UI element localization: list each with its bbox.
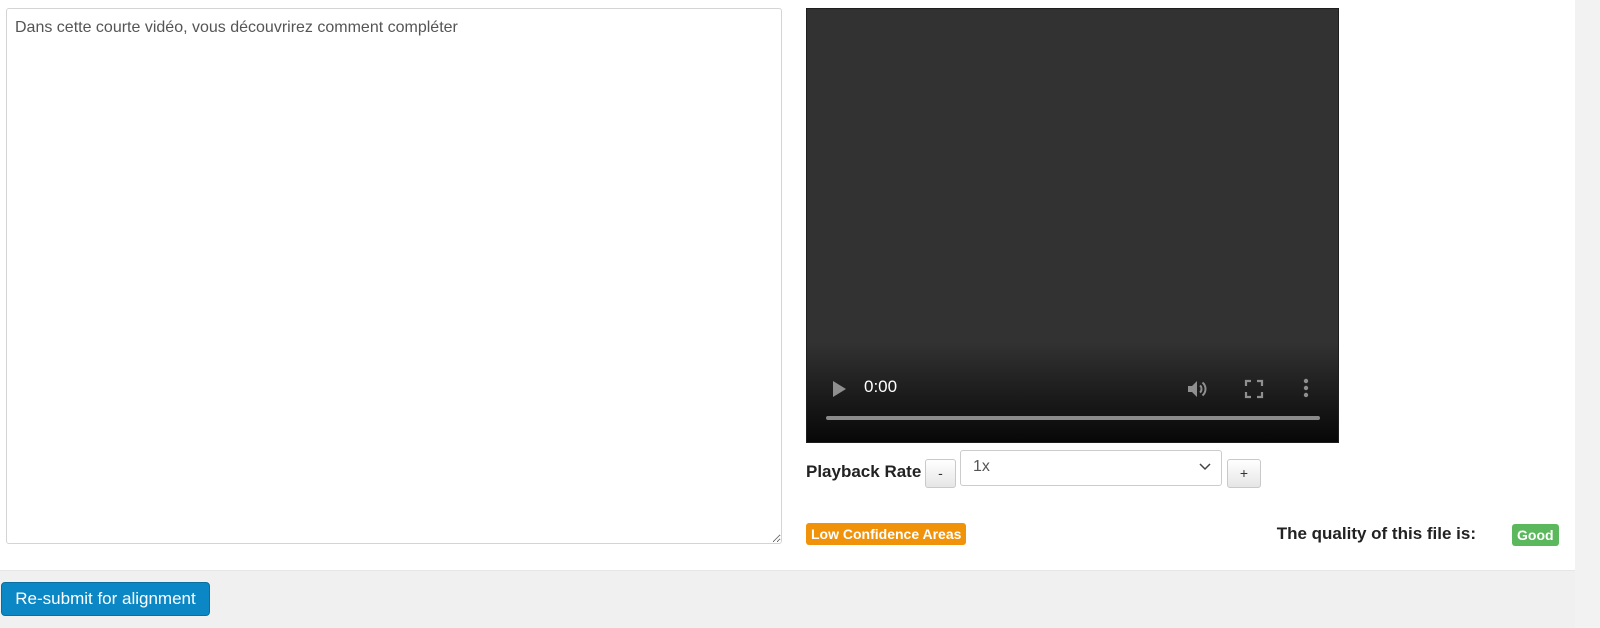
fullscreen-icon[interactable] [1243,378,1265,400]
low-confidence-areas-badge[interactable]: Low Confidence Areas [806,523,967,545]
main-panel: Dans cette courte vidéo, vous découvrire… [0,0,1575,570]
increase-rate-button[interactable]: + [1227,459,1261,488]
quality-label: The quality of this file is: [1276,524,1476,543]
playback-rate-value: 1x [973,458,990,475]
quality-status-badge: Good [1512,524,1559,546]
decrease-rate-button[interactable]: - [925,459,956,488]
video-progress-bar[interactable] [826,416,1320,420]
alignment-page: Dans cette courte vidéo, vous découvrire… [0,0,1600,628]
playback-rate-label: Playback Rate [806,462,922,481]
transcript-textarea[interactable]: Dans cette courte vidéo, vous découvrire… [6,8,782,544]
volume-icon[interactable] [1185,377,1209,401]
more-options-icon[interactable] [1301,376,1311,400]
right-gutter [1575,0,1600,628]
playback-rate-select[interactable]: 1x [960,450,1222,486]
video-player[interactable]: 0:00 [806,8,1339,443]
play-icon[interactable] [829,379,849,399]
footer-bar [0,570,1575,628]
resubmit-alignment-button[interactable]: Re-submit for alignment [1,582,210,616]
chevron-down-icon [1199,463,1211,471]
video-current-time: 0:00 [864,377,898,396]
